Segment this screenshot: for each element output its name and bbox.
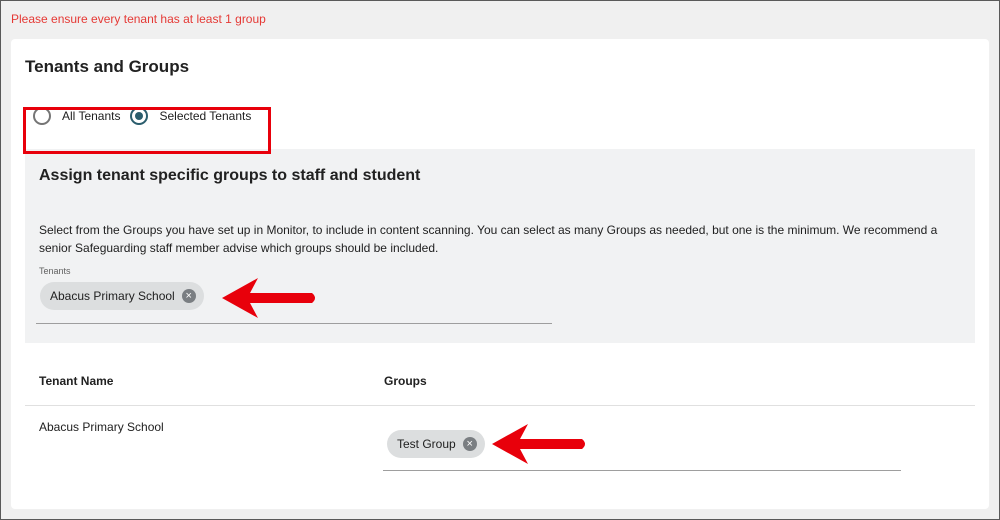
arrow-left-icon bbox=[222, 278, 315, 318]
assign-description: Select from the Groups you have set up i… bbox=[39, 223, 938, 255]
group-chip-label: Test Group bbox=[397, 437, 456, 451]
section-title: Tenants and Groups bbox=[25, 57, 190, 76]
radio-all-tenants-label: All Tenants bbox=[62, 109, 121, 123]
tenant-chip-label: Abacus Primary School bbox=[50, 289, 175, 303]
column-header-groups: Groups bbox=[384, 374, 427, 388]
groups-field-underline bbox=[383, 470, 901, 471]
assign-groups-panel: Assign tenant specific groups to staff a… bbox=[25, 149, 975, 343]
validation-warning: Please ensure every tenant has at least … bbox=[11, 12, 266, 26]
column-header-tenant-name: Tenant Name bbox=[39, 374, 114, 388]
table-header-divider bbox=[25, 405, 975, 406]
group-chip[interactable]: Test Group × bbox=[387, 430, 485, 458]
radio-checked-icon[interactable] bbox=[130, 107, 149, 125]
radio-unchecked-icon[interactable] bbox=[33, 107, 51, 125]
tenant-scope-radio-group: All Tenants Selected Tenants bbox=[23, 107, 251, 125]
assign-title: Assign tenant specific groups to staff a… bbox=[39, 167, 421, 184]
radio-selected-tenants[interactable]: Selected Tenants bbox=[130, 107, 251, 125]
tenants-field-underline bbox=[36, 323, 552, 324]
close-circle-icon[interactable]: × bbox=[462, 437, 477, 451]
tenant-chip[interactable]: Abacus Primary School × bbox=[40, 282, 204, 310]
table-cell-tenant-name: Abacus Primary School bbox=[39, 420, 164, 434]
close-circle-icon[interactable]: × bbox=[181, 289, 196, 303]
radio-selected-tenants-label: Selected Tenants bbox=[159, 109, 252, 123]
radio-all-tenants[interactable]: All Tenants bbox=[23, 107, 120, 125]
tenants-field-label: Tenants bbox=[39, 266, 71, 276]
arrow-left-icon bbox=[492, 424, 585, 464]
